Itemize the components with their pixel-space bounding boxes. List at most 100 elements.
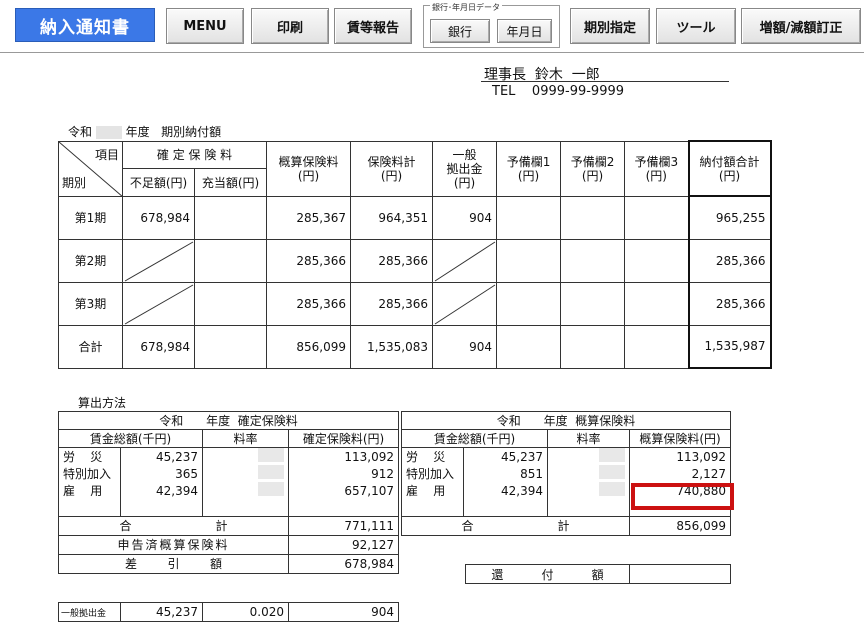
estimated-header: 概算保険料 (円) <box>266 140 352 197</box>
rate-header: 料率 <box>202 429 289 448</box>
blank-cell <box>58 499 121 517</box>
premium-header: 概算保険料(円) <box>628 429 732 448</box>
period-caption-prefix: 令和 <box>68 125 93 139</box>
applied-cell[interactable] <box>193 238 268 283</box>
paytotal-header: 納付額合計 (円) <box>687 140 772 197</box>
reserve2-cell[interactable] <box>560 281 626 326</box>
general-cell-disabled <box>432 281 498 326</box>
general-amount: 904 <box>288 602 399 622</box>
wage-header: 賃金総額(千円) <box>58 429 203 448</box>
reserve1-cell[interactable] <box>496 238 562 283</box>
reserve1-cell[interactable] <box>496 195 562 240</box>
wage-cell[interactable]: 45,237 <box>463 447 548 465</box>
sum-label: 合 計 <box>401 515 630 536</box>
sum-label: 合 計 <box>58 515 289 536</box>
estimated-cell: 856,099 <box>266 324 352 369</box>
blank-cell <box>463 499 548 517</box>
table-row: 第1期 678,984 285,367 964,351 904 965,255 <box>58 195 772 240</box>
blank-cell <box>287 499 400 517</box>
wage-cell[interactable]: 365 <box>120 465 203 482</box>
wage-report-button[interactable]: 賃等報告 <box>334 8 412 44</box>
period-button[interactable]: 期別指定 <box>570 8 650 44</box>
rate-redacted <box>599 482 625 496</box>
period-label: 合計 <box>58 324 123 369</box>
total-cell: 1,535,083 <box>350 324 434 369</box>
highlight-box <box>631 483 734 510</box>
premium-cell: 113,092 <box>628 447 732 465</box>
bank-date-group-label: 銀行･年月日データ <box>430 2 502 13</box>
estimated-calc-table: 令和 年度 概算保険料 賃金総額(千円) 料率 概算保険料(円) 労 災 45,… <box>400 411 732 536</box>
diff-label: 差 引 額 <box>58 553 289 574</box>
reserve3-cell[interactable] <box>624 195 690 240</box>
date-button[interactable]: 年月日 <box>497 19 552 43</box>
applied-cell[interactable] <box>193 195 268 240</box>
reserve2-cell <box>560 324 626 369</box>
print-button[interactable]: 印刷 <box>251 8 329 44</box>
rate-cell <box>547 465 630 482</box>
blank-cell <box>401 499 464 517</box>
period-label: 第1期 <box>58 195 123 240</box>
year-redacted <box>95 126 122 139</box>
paytotal-cell: 285,366 <box>687 281 772 326</box>
diff-value: 678,984 <box>287 553 400 574</box>
refund-value <box>629 564 731 584</box>
shortage-cell[interactable]: 678,984 <box>122 195 195 240</box>
shortage-cell: 678,984 <box>122 324 195 369</box>
period-table: 項目 期別 確 定 保 険 料 概算保険料 (円) 保険料計 (円) 一般 拠出… <box>58 140 772 369</box>
paytotal-cell: 965,255 <box>687 195 772 240</box>
premium-cell: 657,107 <box>287 482 400 499</box>
period-label: 第2期 <box>58 238 123 283</box>
reserve2-cell[interactable] <box>560 238 626 283</box>
chairman-underline <box>481 81 729 82</box>
shortage-header: 不足額(円) <box>122 167 195 197</box>
estimated-cell[interactable]: 285,366 <box>266 281 352 326</box>
reserve1-cell <box>496 324 562 369</box>
row-label: 雇 用 <box>401 482 464 499</box>
menu-button[interactable]: MENU <box>166 8 244 44</box>
wage-cell[interactable]: 42,394 <box>120 482 203 499</box>
shortage-cell-disabled <box>122 238 195 283</box>
applied-cell <box>193 324 268 369</box>
general-wage[interactable]: 45,237 <box>120 602 203 622</box>
blank-cell <box>202 499 289 517</box>
row-label: 特別加入 <box>401 465 464 482</box>
wage-header: 賃金総額(千円) <box>401 429 548 448</box>
general-contribution-table: 一般拠出金 45,237 0.020 904 <box>58 602 399 622</box>
reserve1-cell[interactable] <box>496 281 562 326</box>
table-row-total: 合計 678,984 856,099 1,535,083 904 1,535,9… <box>58 324 772 369</box>
tools-button[interactable]: ツール <box>656 8 736 44</box>
rate-redacted <box>258 482 284 496</box>
correction-button[interactable]: 増額/減額訂正 <box>741 8 861 44</box>
title-button[interactable]: 納入通知書 <box>15 8 155 42</box>
reserve2-cell[interactable] <box>560 195 626 240</box>
reserve3-header: 予備欄3 (円) <box>624 140 690 197</box>
sum-value: 771,111 <box>287 515 400 536</box>
general-header: 一般 拠出金 (円) <box>432 140 498 197</box>
period-label: 第3期 <box>58 281 123 326</box>
item-header-label: 項目 <box>94 147 119 162</box>
general-rate: 0.020 <box>202 602 289 622</box>
rate-redacted <box>599 465 625 479</box>
declared-value[interactable]: 92,127 <box>287 534 400 555</box>
bank-button[interactable]: 銀行 <box>430 19 490 43</box>
period-header-label: 期別 <box>62 175 87 190</box>
rate-cell <box>202 465 289 482</box>
wage-cell[interactable]: 45,237 <box>120 447 203 465</box>
reserve3-cell[interactable] <box>624 238 690 283</box>
reserve3-cell[interactable] <box>624 281 690 326</box>
rate-redacted <box>258 465 284 479</box>
wage-cell[interactable]: 42,394 <box>463 482 548 499</box>
estimated-cell[interactable]: 285,366 <box>266 238 352 283</box>
period-caption-suffix: 年度 期別納付額 <box>125 125 222 139</box>
estimated-cell[interactable]: 285,367 <box>266 195 352 240</box>
confirmed-header: 確 定 保 険 料 <box>121 140 268 169</box>
reserve2-header: 予備欄2 (円) <box>560 140 626 197</box>
general-cell[interactable]: 904 <box>432 195 498 240</box>
wage-cell[interactable]: 851 <box>463 465 548 482</box>
total-cell: 285,366 <box>350 238 434 283</box>
item-period-header: 項目 期別 <box>58 140 123 197</box>
applied-cell[interactable] <box>193 281 268 326</box>
toolbar-divider <box>0 52 864 53</box>
shortage-cell-disabled <box>122 281 195 326</box>
row-label: 雇 用 <box>58 482 121 499</box>
